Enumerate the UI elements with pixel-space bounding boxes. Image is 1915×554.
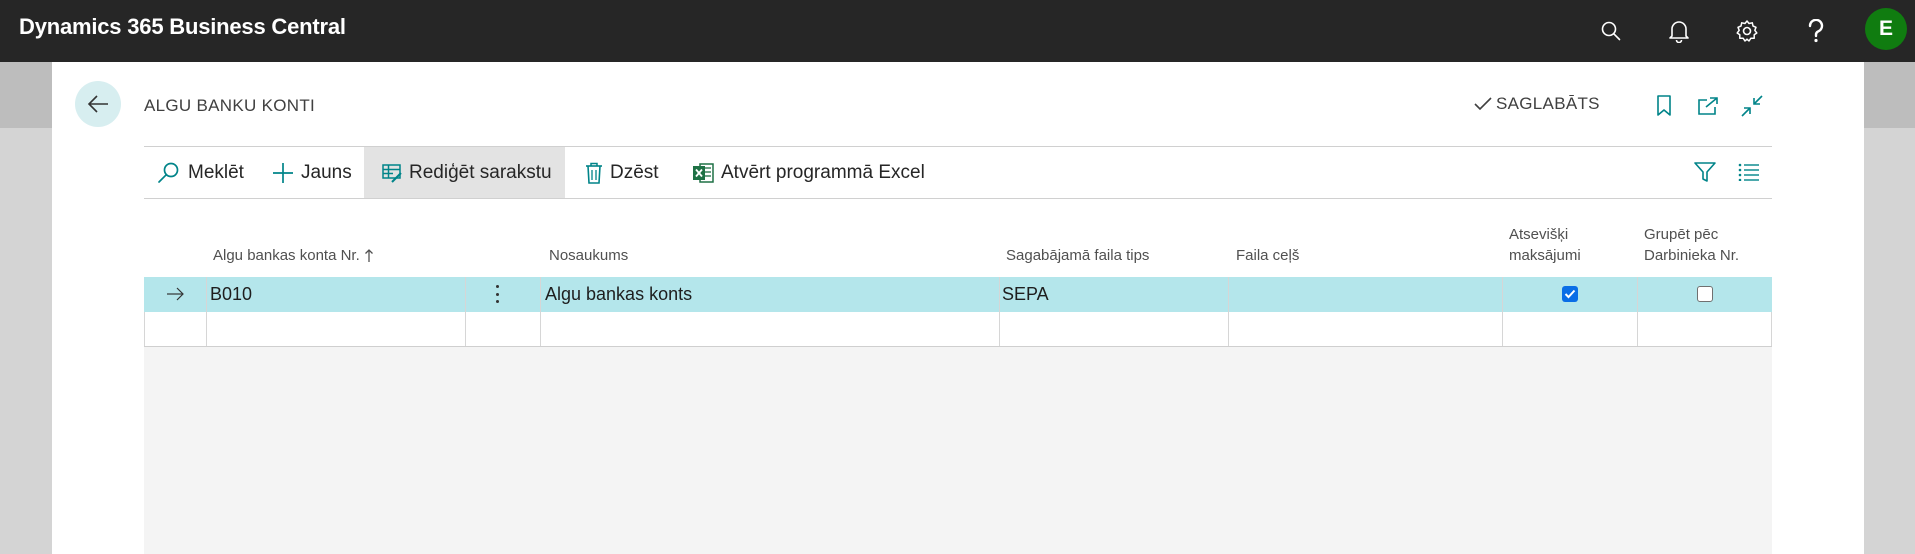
saved-status-label: SAGLABĀTS xyxy=(1496,94,1600,113)
delete-label: Dzēst xyxy=(610,161,659,183)
column-header-file-path[interactable]: Faila ceļš xyxy=(1236,245,1299,266)
table-row[interactable]: B010 Algu bankas konts SEPA xyxy=(144,277,1772,312)
help-icon[interactable] xyxy=(1800,15,1832,47)
app-title[interactable]: Dynamics 365 Business Central xyxy=(19,14,346,40)
edit-list-label: Rediģēt sarakstu xyxy=(409,161,552,183)
edit-list-icon xyxy=(382,163,402,183)
search-icon[interactable] xyxy=(1595,15,1627,47)
table-row-new[interactable] xyxy=(144,312,1772,347)
divider xyxy=(144,198,1772,199)
column-header-account-no-label: Algu bankas konta Nr. xyxy=(213,247,360,264)
open-in-excel-button[interactable]: Atvērt programmā Excel xyxy=(682,147,935,198)
gear-icon[interactable] xyxy=(1731,15,1763,47)
list-empty-area xyxy=(144,347,1772,554)
cell-file-type[interactable]: SEPA xyxy=(1002,284,1049,305)
bell-icon[interactable] xyxy=(1663,15,1695,47)
column-header-separate-line1: Atsevišķi xyxy=(1509,226,1569,243)
search-button[interactable]: Meklēt xyxy=(147,147,254,198)
column-header-separate-payments[interactable]: Atsevišķi maksājumi xyxy=(1509,224,1581,266)
search-icon xyxy=(158,162,179,183)
cell-account-no[interactable]: B010 xyxy=(210,284,252,305)
trash-icon xyxy=(586,162,602,184)
checkmark-icon xyxy=(1564,289,1576,299)
new-button[interactable]: Jauns xyxy=(262,147,362,198)
back-button[interactable] xyxy=(75,81,121,127)
bookmark-icon[interactable] xyxy=(1650,92,1678,120)
filter-icon[interactable] xyxy=(1691,158,1719,186)
row-indicator-arrow-icon xyxy=(167,287,184,301)
column-header-separate-line2: maksājumi xyxy=(1509,247,1581,264)
column-header-group-by-employee[interactable]: Grupēt pēc Darbinieka Nr. xyxy=(1644,224,1739,266)
open-in-excel-label: Atvērt programmā Excel xyxy=(721,161,925,183)
search-label: Meklēt xyxy=(188,161,244,183)
open-new-window-icon[interactable] xyxy=(1694,92,1722,120)
column-header-account-no[interactable]: Algu bankas konta Nr. xyxy=(213,245,374,266)
top-bar: Dynamics 365 Business Central E xyxy=(0,0,1915,62)
list-options-icon[interactable] xyxy=(1735,158,1763,186)
arrow-left-icon xyxy=(87,95,108,113)
plus-icon xyxy=(273,162,293,183)
column-header-group-line2: Darbinieka Nr. xyxy=(1644,247,1740,264)
column-header-group-line1: Grupēt pēc xyxy=(1644,226,1719,243)
column-header-name[interactable]: Nosaukums xyxy=(549,245,628,266)
new-label: Jauns xyxy=(301,161,352,183)
delete-button[interactable]: Dzēst xyxy=(575,147,669,198)
column-header-file-type[interactable]: Sagabājamā faila tips xyxy=(1006,245,1149,266)
user-avatar[interactable]: E xyxy=(1865,8,1907,50)
excel-icon xyxy=(693,162,714,183)
collapse-icon[interactable] xyxy=(1738,92,1766,120)
sort-ascending-icon xyxy=(364,248,373,262)
row-actions-menu[interactable] xyxy=(492,282,502,306)
edit-list-button[interactable]: Rediģēt sarakstu xyxy=(364,147,565,198)
page-title: ALGU BANKU KONTI xyxy=(144,96,316,115)
checkmark-icon xyxy=(1474,97,1492,111)
saved-status: SAGLABĀTS xyxy=(1474,94,1600,114)
separate-payments-checkbox[interactable] xyxy=(1562,286,1578,302)
cell-name[interactable]: Algu bankas konts xyxy=(545,284,692,305)
group-by-employee-checkbox[interactable] xyxy=(1697,286,1713,302)
